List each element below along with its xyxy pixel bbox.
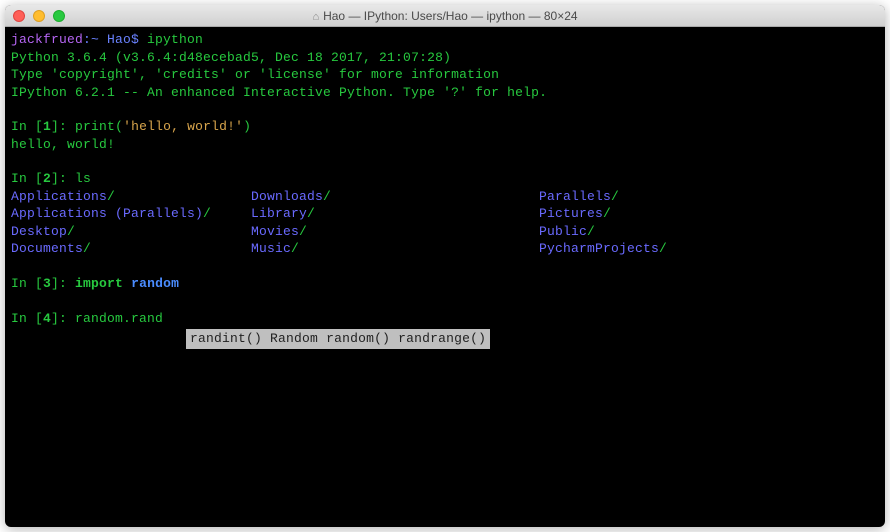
dir-name: Pictures bbox=[539, 206, 603, 221]
dir-name: Applications bbox=[11, 189, 107, 204]
ipython-cell-3: In [3]: import random bbox=[11, 275, 879, 293]
ipython-cell-1: In [1]: print('hello, world!') bbox=[11, 118, 879, 136]
shell-path: :~ Hao$ bbox=[83, 32, 139, 47]
ipython-output-1: hello, world! bbox=[11, 136, 879, 154]
dir-name: Public bbox=[539, 224, 587, 239]
dir-name: Music bbox=[251, 241, 291, 256]
python-banner-line: Python 3.6.4 (v3.6.4:d48ecebad5, Dec 18 … bbox=[11, 49, 879, 67]
shell-command: ipython bbox=[147, 32, 203, 47]
ls-row: Desktop/ Movies/ Public/ bbox=[11, 223, 879, 241]
completion-item[interactable]: randrange() bbox=[398, 330, 486, 348]
dir-name: Library bbox=[251, 206, 307, 221]
close-icon[interactable] bbox=[13, 10, 25, 22]
home-icon: ⌂ bbox=[312, 11, 319, 23]
titlebar[interactable]: ⌂Hao — IPython: Users/Hao — ipython — 80… bbox=[5, 5, 885, 27]
window-controls bbox=[13, 10, 65, 22]
completion-item[interactable]: Random bbox=[270, 330, 318, 348]
terminal-window: ⌂Hao — IPython: Users/Hao — ipython — 80… bbox=[5, 5, 885, 527]
dir-name: Parallels bbox=[539, 189, 611, 204]
ls-row: Applications (Parallels)/ Library/ Pictu… bbox=[11, 205, 879, 223]
python-banner-line: IPython 6.2.1 -- An enhanced Interactive… bbox=[11, 84, 879, 102]
terminal-body[interactable]: jackfrued:~ Hao$ ipython Python 3.6.4 (v… bbox=[5, 27, 885, 353]
completion-popup[interactable]: randint() Random random() randrange() bbox=[186, 329, 879, 349]
python-banner-line: Type 'copyright', 'credits' or 'license'… bbox=[11, 66, 879, 84]
dir-name: Documents bbox=[11, 241, 83, 256]
dir-name: Downloads bbox=[251, 189, 323, 204]
shell-prompt-line: jackfrued:~ Hao$ ipython bbox=[11, 31, 879, 49]
ls-row: Documents/ Music/ PycharmProjects/ bbox=[11, 240, 879, 258]
dir-name: Desktop bbox=[11, 224, 67, 239]
completion-item[interactable]: random() bbox=[326, 330, 390, 348]
fullscreen-icon[interactable] bbox=[53, 10, 65, 22]
shell-user: jackfrued bbox=[11, 32, 83, 47]
completion-item[interactable]: randint() bbox=[190, 330, 262, 348]
ls-row: Applications/ Downloads/ Parallels/ bbox=[11, 188, 879, 206]
dir-name: Movies bbox=[251, 224, 299, 239]
dir-name: Applications (Parallels) bbox=[11, 206, 203, 221]
ipython-cell-4[interactable]: In [4]: random.rand bbox=[11, 310, 879, 328]
dir-name: PycharmProjects bbox=[539, 241, 659, 256]
ipython-cell-2: In [2]: ls bbox=[11, 170, 879, 188]
minimize-icon[interactable] bbox=[33, 10, 45, 22]
window-title: ⌂Hao — IPython: Users/Hao — ipython — 80… bbox=[5, 9, 885, 23]
